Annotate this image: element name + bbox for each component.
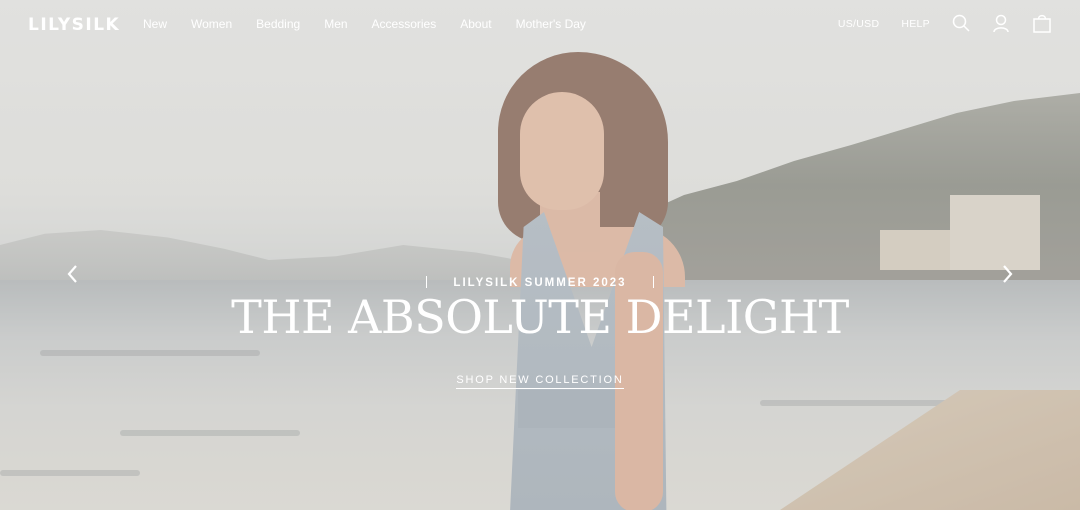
nav-item-bedding[interactable]: Bedding	[256, 17, 300, 31]
nav-item-mothers-day[interactable]: Mother's Day	[516, 17, 586, 31]
currency-selector[interactable]: US/USD	[838, 18, 879, 30]
hero-overline-text: LILYSILK SUMMER 2023	[453, 277, 627, 289]
bag-icon[interactable]	[1032, 13, 1052, 33]
main-nav: New Women Bedding Men Accessories About …	[143, 17, 586, 31]
hero-headline: THE ABSOLUTE DELIGHT	[231, 290, 849, 344]
help-link[interactable]: HELP	[901, 18, 930, 30]
utility-nav: US/USD HELP	[838, 18, 930, 30]
hero-cta: SHOP NEW COLLECTION	[0, 370, 1080, 389]
nav-item-accessories[interactable]: Accessories	[372, 17, 437, 31]
hero-banner: LILYSILK New Women Bedding Men Accessori…	[0, 0, 1080, 510]
image-haze-overlay	[0, 0, 1080, 510]
nav-item-men[interactable]: Men	[324, 17, 347, 31]
nav-item-new[interactable]: New	[143, 17, 167, 31]
overline-divider	[425, 276, 428, 288]
shop-new-collection-link[interactable]: SHOP NEW COLLECTION	[456, 374, 624, 389]
search-icon[interactable]	[951, 13, 971, 33]
nav-item-women[interactable]: Women	[191, 17, 232, 31]
hero-overline: LILYSILK SUMMER 2023	[0, 276, 1080, 289]
overline-divider	[652, 276, 655, 288]
brand-logo[interactable]: LILYSILK	[28, 15, 120, 35]
account-icon[interactable]	[991, 13, 1011, 33]
site-header: LILYSILK New Women Bedding Men Accessori…	[0, 0, 1080, 48]
nav-item-about[interactable]: About	[460, 17, 491, 31]
